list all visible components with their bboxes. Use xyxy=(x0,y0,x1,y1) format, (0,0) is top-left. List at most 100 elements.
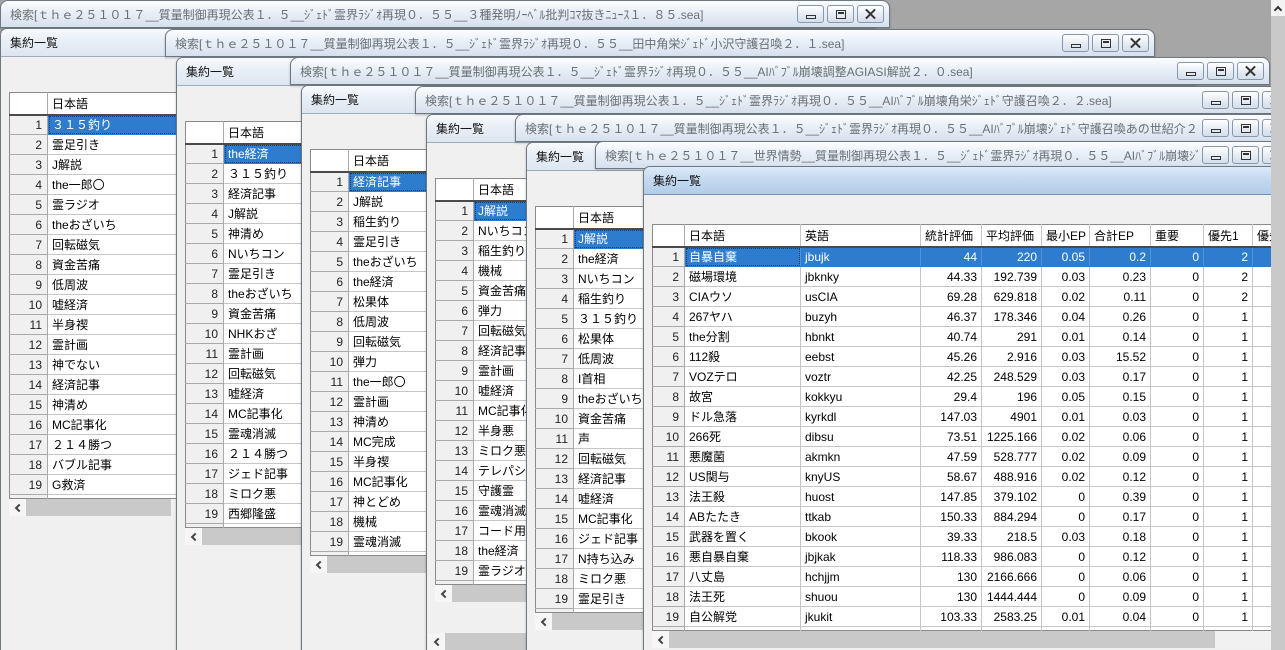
cell[interactable]: 神清め xyxy=(48,395,180,415)
row-number[interactable]: 3 xyxy=(311,212,349,232)
minimize-button[interactable] xyxy=(1202,119,1229,137)
row-number[interactable]: 5 xyxy=(10,195,48,215)
row-number[interactable]: 9 xyxy=(186,304,224,324)
cell[interactable]: 488.916 xyxy=(982,467,1042,487)
cell[interactable]: bkook xyxy=(801,527,921,547)
cell[interactable]: 1444.444 xyxy=(982,587,1042,607)
row-number[interactable]: 9 xyxy=(653,407,685,427)
cell[interactable]: 2166.666 xyxy=(982,567,1042,587)
row-number[interactable]: 19 xyxy=(436,561,474,581)
cell[interactable]: 八丈島 xyxy=(685,567,801,587)
cell[interactable]: 0.01 xyxy=(1042,327,1090,347)
row-number[interactable]: 14 xyxy=(186,404,224,424)
row-number[interactable]: 15 xyxy=(536,509,574,529)
row-number[interactable]: 19 xyxy=(186,504,224,524)
column-header[interactable]: 平均評価 xyxy=(982,225,1042,247)
cell[interactable]: 1 xyxy=(1204,467,1253,487)
scroll-left-button[interactable] xyxy=(185,528,202,545)
cell[interactable]: 0 xyxy=(1151,487,1204,507)
row-number[interactable]: 18 xyxy=(186,484,224,504)
row-number[interactable]: 17 xyxy=(311,492,349,512)
table-row[interactable]: 9低周波 xyxy=(10,275,180,295)
cell[interactable]: 0 xyxy=(1151,407,1204,427)
cell[interactable]: 霊計画 xyxy=(48,335,180,355)
table-row[interactable]: 13法王殺huost147.85379.10200.3901 xyxy=(653,487,1285,507)
cell[interactable]: 196 xyxy=(982,387,1042,407)
table-row[interactable]: 5the分割hbnkt40.742910.010.1401 xyxy=(653,327,1285,347)
row-number[interactable]: 12 xyxy=(653,467,685,487)
row-number[interactable]: 3 xyxy=(536,269,574,289)
cell[interactable]: theおざいち xyxy=(48,215,180,235)
column-header[interactable]: 統計評価 xyxy=(921,225,982,247)
scrollbar-thumb[interactable] xyxy=(26,499,171,516)
cell[interactable]: 1 xyxy=(1204,387,1253,407)
table-row[interactable]: 11半身禊 xyxy=(10,315,180,335)
row-number[interactable]: 4 xyxy=(436,261,474,281)
horizontal-scrollbar[interactable] xyxy=(9,499,179,516)
cell[interactable]: 0 xyxy=(1151,287,1204,307)
cell[interactable]: 0.09 xyxy=(1090,587,1151,607)
cell[interactable]: 0.14 xyxy=(1090,327,1151,347)
search-window-2-titlebar[interactable]: 検索[ｔｈｅ２５１０１７__質量制御再現公表１．５__ｼﾞｪﾄﾞ霊界ﾗｼﾞｵ再現… xyxy=(165,29,1155,57)
cell[interactable]: 44.33 xyxy=(921,267,982,287)
row-number[interactable]: 11 xyxy=(653,447,685,467)
cell[interactable]: 0.02 xyxy=(1042,427,1090,447)
cell[interactable]: 1 xyxy=(1204,607,1253,627)
row-number[interactable]: 16 xyxy=(311,472,349,492)
row-number[interactable]: 7 xyxy=(653,367,685,387)
cell[interactable]: 0.23 xyxy=(1090,267,1151,287)
cell[interactable]: 46.37 xyxy=(921,307,982,327)
cell[interactable]: 147.85 xyxy=(921,487,982,507)
table-row[interactable]: 3J解説 xyxy=(10,155,180,175)
table-row[interactable]: 18法王死shuou1301444.44400.0901 xyxy=(653,587,1285,607)
cell[interactable]: 2 xyxy=(1204,267,1253,287)
row-number[interactable]: 7 xyxy=(10,235,48,255)
cell[interactable]: 1 xyxy=(1204,307,1253,327)
cell[interactable]: the分割 xyxy=(685,327,801,347)
cell[interactable]: kokkyu xyxy=(801,387,921,407)
cell[interactable]: ２１４勝つ xyxy=(48,435,180,455)
row-number[interactable]: 8 xyxy=(653,387,685,407)
cell[interactable]: shuou xyxy=(801,587,921,607)
row-number[interactable]: 11 xyxy=(311,372,349,392)
row-number[interactable]: 3 xyxy=(436,241,474,261)
table-row[interactable]: 12US関与knyUS58.67488.9160.020.1201 xyxy=(653,467,1285,487)
row-number[interactable]: 16 xyxy=(436,501,474,521)
table-row[interactable]: 15神清め xyxy=(10,395,180,415)
column-header[interactable]: 日本語 xyxy=(48,93,180,115)
cell[interactable]: 218.5 xyxy=(982,527,1042,547)
cell[interactable]: 267ヤハ xyxy=(685,307,801,327)
row-number[interactable]: 14 xyxy=(436,461,474,481)
row-number[interactable]: 2 xyxy=(186,164,224,184)
cell[interactable]: 2 xyxy=(1204,247,1253,267)
cell[interactable]: 0.01 xyxy=(1042,607,1090,627)
cell[interactable]: 0.15 xyxy=(1090,387,1151,407)
row-number[interactable]: 3 xyxy=(10,155,48,175)
cell[interactable]: 0.39 xyxy=(1090,487,1151,507)
table-row[interactable]: 12霊計画 xyxy=(10,335,180,355)
cell[interactable]: 0 xyxy=(1151,607,1204,627)
cell[interactable]: 0.02 xyxy=(1042,287,1090,307)
row-number[interactable]: 13 xyxy=(186,384,224,404)
row-number[interactable]: 18 xyxy=(436,541,474,561)
cell[interactable]: 0 xyxy=(1151,347,1204,367)
cell[interactable]: 0 xyxy=(1042,587,1090,607)
cell[interactable]: 112殺 xyxy=(685,347,801,367)
row-number[interactable]: 9 xyxy=(311,332,349,352)
row-number[interactable]: 6 xyxy=(186,244,224,264)
cell[interactable]: 神でない xyxy=(48,355,180,375)
row-number[interactable]: 9 xyxy=(536,389,574,409)
corner-cell[interactable] xyxy=(311,150,349,172)
cell[interactable]: 40.74 xyxy=(921,327,982,347)
cell[interactable]: 嘘経済 xyxy=(48,295,180,315)
row-number[interactable]: 7 xyxy=(536,349,574,369)
cell[interactable]: MC記事化 xyxy=(48,415,180,435)
cell[interactable]: huost xyxy=(801,487,921,507)
row-number[interactable]: 5 xyxy=(436,281,474,301)
row-number[interactable]: 13 xyxy=(536,469,574,489)
cell[interactable]: knyUS xyxy=(801,467,921,487)
cell[interactable]: 霊足引き xyxy=(48,135,180,155)
row-number[interactable]: 15 xyxy=(186,424,224,444)
cell[interactable]: 1 xyxy=(1204,407,1253,427)
row-number[interactable]: 16 xyxy=(186,444,224,464)
